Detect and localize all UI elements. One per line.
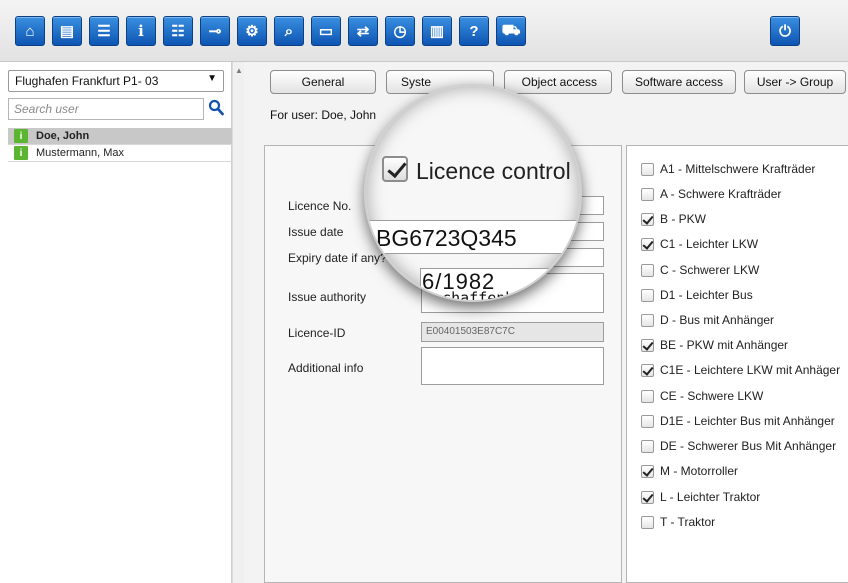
checkbox[interactable] xyxy=(641,263,654,277)
licence-id-field: E00401503E87C7C xyxy=(421,322,604,342)
checkbox[interactable] xyxy=(641,162,654,176)
licence-class-be[interactable]: BE - PKW mit Anhänger xyxy=(641,337,788,353)
checkbox[interactable] xyxy=(641,313,654,327)
search-box xyxy=(8,98,204,120)
user-info-icon: i xyxy=(14,129,28,143)
licence-class-c[interactable]: C - Schwerer LKW xyxy=(641,262,759,278)
licence-class-a1[interactable]: A1 - Mittelschwere Krafträder xyxy=(641,161,815,177)
licence-class-l[interactable]: L - Leichter Traktor xyxy=(641,489,760,505)
help-icon[interactable]: ? xyxy=(459,16,489,46)
licence-class-label: A - Schwere Krafträder xyxy=(660,187,782,201)
sidebar-scrollbar[interactable]: ▲ xyxy=(232,62,244,583)
server-icon[interactable]: ☰ xyxy=(89,16,119,46)
licence-class-d1e[interactable]: D1E - Leichter Bus mit Anhänger xyxy=(641,413,835,429)
home-icon[interactable]: ⌂ xyxy=(15,16,45,46)
checkbox[interactable] xyxy=(641,237,654,251)
licence-class-b[interactable]: B - PKW xyxy=(641,211,706,227)
key-icon[interactable]: ⊸ xyxy=(200,16,230,46)
licence-class-ce[interactable]: CE - Schwere LKW xyxy=(641,388,763,404)
licence-class-panel: A1 - Mittelschwere Krafträder A - Schwer… xyxy=(626,145,848,583)
user-info-icon: i xyxy=(14,146,28,160)
licence-class-label: C1E - Leichtere LKW mit Anhäger xyxy=(660,363,841,377)
for-user-label: For user: Doe, John xyxy=(270,108,377,122)
licence-no-label: Licence No. xyxy=(288,199,352,213)
licence-class-label: CE - Schwere LKW xyxy=(660,389,764,403)
vehicle-icon[interactable]: ⛟ xyxy=(496,16,526,46)
checkbox[interactable] xyxy=(641,515,654,529)
checkbox[interactable] xyxy=(641,212,654,226)
list-item[interactable]: i Mustermann, Max xyxy=(8,145,232,162)
issue-authority-label: Issue authority xyxy=(288,290,367,304)
licence-class-d1[interactable]: D1 - Leichter Bus xyxy=(641,287,753,303)
checkbox[interactable] xyxy=(641,389,654,403)
licence-class-label: D1 - Leichter Bus xyxy=(660,288,753,302)
clock-icon[interactable]: ◷ xyxy=(385,16,415,46)
checkbox[interactable] xyxy=(641,414,654,428)
licence-class-c1[interactable]: C1 - Leichter LKW xyxy=(641,236,758,252)
user-list: i Doe, John i Mustermann, Max xyxy=(8,128,232,162)
checkbox[interactable] xyxy=(641,363,654,377)
licence-class-label: B - PKW xyxy=(660,212,707,226)
licence-class-m[interactable]: M - Motorroller xyxy=(641,463,738,479)
licence-class-label: BE - PKW mit Anhänger xyxy=(660,338,789,352)
licence-class-label: C - Schwerer LKW xyxy=(660,263,760,277)
checkbox[interactable] xyxy=(641,187,654,201)
licence-class-label: D - Bus mit Anhänger xyxy=(660,313,775,327)
licence-control-checkbox[interactable] xyxy=(382,156,408,182)
licence-id-label: Licence-ID xyxy=(288,326,346,340)
licence-class-d[interactable]: D - Bus mit Anhänger xyxy=(641,312,774,328)
licence-class-label: A1 - Mittelschwere Krafträder xyxy=(660,162,816,176)
licence-class-label: T - Traktor xyxy=(660,515,716,529)
tab-software-access[interactable]: Software access xyxy=(622,70,736,94)
licence-class-t[interactable]: T - Traktor xyxy=(641,514,715,530)
checkbox[interactable] xyxy=(641,490,654,504)
checkbox[interactable] xyxy=(641,338,654,352)
licence-class-label: L - Leichter Traktor xyxy=(660,490,761,504)
licence-no-value: BG6723Q345 xyxy=(376,225,517,251)
scroll-up-icon[interactable]: ▲ xyxy=(235,66,243,75)
magnifier-lens: Licence control BG6723Q345 6/1982 Aschaf… xyxy=(364,84,582,302)
report-chart-icon[interactable]: ▥ xyxy=(422,16,452,46)
licence-class-c1e[interactable]: C1E - Leichtere LKW mit Anhäger xyxy=(641,362,840,378)
issue-date-label: Issue date xyxy=(288,225,344,239)
licence-class-de[interactable]: DE - Schwerer Bus Mit Anhänger xyxy=(641,438,836,454)
settings-tree-icon[interactable]: ⚙ xyxy=(237,16,267,46)
group-icon[interactable]: ☷ xyxy=(163,16,193,46)
licence-class-label: D1E - Leichter Bus mit Anhänger xyxy=(660,414,835,428)
info-icon[interactable]: i xyxy=(126,16,156,46)
transfer-icon[interactable]: ⇄ xyxy=(348,16,378,46)
user-name: Doe, John xyxy=(36,130,90,142)
list-item[interactable]: i Doe, John xyxy=(8,128,232,145)
search-person-icon[interactable]: ⌕ xyxy=(274,16,304,46)
power-icon[interactable]: ⏻ xyxy=(770,16,800,46)
checkbox[interactable] xyxy=(641,439,654,453)
chevron-down-icon: ▼ xyxy=(207,73,217,84)
additional-info-field[interactable] xyxy=(421,347,604,385)
checkbox[interactable] xyxy=(641,288,654,302)
licence-class-label: DE - Schwerer Bus Mit Anhänger xyxy=(660,439,837,453)
document-icon[interactable]: ▤ xyxy=(52,16,82,46)
licence-class-label: C1 - Leichter LKW xyxy=(660,237,759,251)
licence-control-label: Licence control xyxy=(416,158,571,184)
user-name: Mustermann, Max xyxy=(36,147,125,159)
monitor-icon[interactable]: ▭ xyxy=(311,16,341,46)
main-toolbar: ⌂ ▤ ☰ i ☷ ⊸ ⚙ ⌕ ▭ ⇄ ◷ ▥ ? ⛟ ⏻ xyxy=(0,0,848,62)
user-sidebar: Flughafen Frankfurt P1- 03 ▼ i Doe, John… xyxy=(0,62,232,583)
tab-user-group[interactable]: User -> Group xyxy=(744,70,846,94)
search-icon[interactable] xyxy=(208,99,224,117)
licence-class-label: M - Motorroller xyxy=(660,464,739,478)
checkbox[interactable] xyxy=(641,464,654,478)
search-input[interactable] xyxy=(9,99,203,119)
tab-object-access[interactable]: Object access xyxy=(504,70,612,94)
tab-general[interactable]: General xyxy=(270,70,376,94)
additional-info-label: Additional info xyxy=(288,361,364,375)
site-select[interactable]: Flughafen Frankfurt P1- 03 ▼ xyxy=(8,70,224,92)
site-select-value: Flughafen Frankfurt P1- 03 xyxy=(15,74,159,88)
licence-class-a[interactable]: A - Schwere Krafträder xyxy=(641,186,781,202)
